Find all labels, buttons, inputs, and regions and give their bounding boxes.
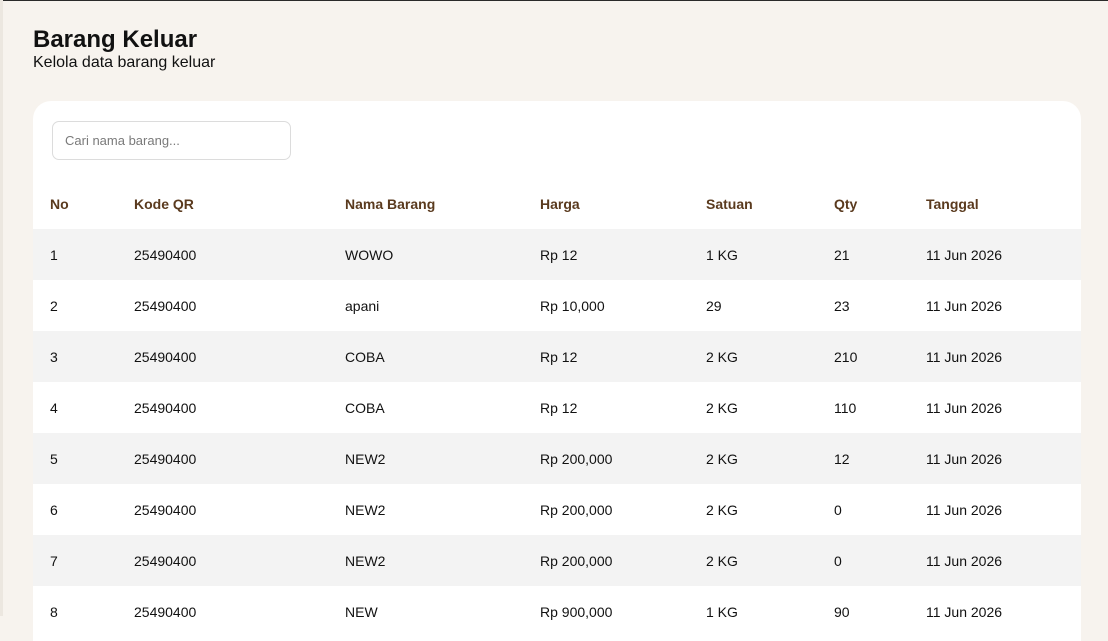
- cell-tanggal: 11 Jun 2026: [909, 484, 1081, 535]
- cell-satuan: 1 KG: [689, 229, 817, 280]
- cell-satuan: 1 KG: [689, 586, 817, 637]
- window-top-border: [0, 0, 1108, 1]
- cell-qty: 0: [817, 484, 909, 535]
- sidebar-edge: [0, 0, 3, 616]
- cell-tanggal: 11 Jun 2026: [909, 433, 1081, 484]
- cell-kode-qr: 25490400: [117, 586, 328, 637]
- table-row[interactable]: 6 25490400 NEW2 Rp 200,000 2 KG 0 11 Jun…: [33, 484, 1081, 535]
- table-row[interactable]: 3 25490400 COBA Rp 12 2 KG 210 11 Jun 20…: [33, 331, 1081, 382]
- cell-harga: Rp 200,000: [523, 535, 689, 586]
- column-header-harga[interactable]: Harga: [523, 178, 689, 229]
- cell-no: 6: [33, 484, 117, 535]
- cell-kode-qr: 25490400: [117, 229, 328, 280]
- column-header-kode-qr[interactable]: Kode QR: [117, 178, 328, 229]
- cell-qty: 12: [817, 433, 909, 484]
- cell-harga: Rp 12: [523, 331, 689, 382]
- cell-tanggal: 11 Jun 2026: [909, 535, 1081, 586]
- cell-kode-qr: 25490400: [117, 484, 328, 535]
- cell-kode-qr: 25490400: [117, 535, 328, 586]
- cell-nama-barang: NEW: [328, 586, 523, 637]
- cell-nama-barang: WOWO: [328, 229, 523, 280]
- table-row[interactable]: 1 25490400 WOWO Rp 12 1 KG 21 11 Jun 202…: [33, 229, 1081, 280]
- page-header: Barang Keluar Kelola data barang keluar: [33, 26, 215, 72]
- cell-harga: Rp 10,000: [523, 280, 689, 331]
- cell-nama-barang: NEW2: [328, 433, 523, 484]
- search-input[interactable]: [52, 121, 291, 160]
- cell-tanggal: 11 Jun 2026: [909, 382, 1081, 433]
- cell-no: 7: [33, 535, 117, 586]
- page-subtitle: Kelola data barang keluar: [33, 54, 216, 71]
- cell-tanggal: 11 Jun 2026: [909, 331, 1081, 382]
- cell-kode-qr: 25490400: [117, 382, 328, 433]
- cell-tanggal: 11 Jun 2026: [909, 229, 1081, 280]
- cell-tanggal: 11 Jun 2026: [909, 586, 1081, 637]
- data-card: No Kode QR Nama Barang Harga Satuan Qty …: [33, 101, 1081, 641]
- cell-harga: Rp 12: [523, 382, 689, 433]
- cell-qty: 21: [817, 229, 909, 280]
- table-row[interactable]: 2 25490400 apani Rp 10,000 29 23 11 Jun …: [33, 280, 1081, 331]
- column-header-tanggal[interactable]: Tanggal: [909, 178, 1081, 229]
- cell-nama-barang: COBA: [328, 382, 523, 433]
- table-row[interactable]: 5 25490400 NEW2 Rp 200,000 2 KG 12 11 Ju…: [33, 433, 1081, 484]
- cell-kode-qr: 25490400: [117, 280, 328, 331]
- cell-qty: 210: [817, 331, 909, 382]
- cell-harga: Rp 900,000: [523, 586, 689, 637]
- cell-satuan: 2 KG: [689, 433, 817, 484]
- column-header-no[interactable]: No: [33, 178, 117, 229]
- cell-harga: Rp 12: [523, 229, 689, 280]
- cell-no: 2: [33, 280, 117, 331]
- table-header-row: No Kode QR Nama Barang Harga Satuan Qty …: [33, 178, 1081, 229]
- cell-qty: 90: [817, 586, 909, 637]
- cell-qty: 0: [817, 535, 909, 586]
- cell-nama-barang: apani: [328, 280, 523, 331]
- cell-satuan: 2 KG: [689, 535, 817, 586]
- column-header-nama-barang[interactable]: Nama Barang: [328, 178, 523, 229]
- table-row[interactable]: 8 25490400 NEW Rp 900,000 1 KG 90 11 Jun…: [33, 586, 1081, 637]
- cell-nama-barang: NEW2: [328, 484, 523, 535]
- cell-no: 8: [33, 586, 117, 637]
- cell-no: 1: [33, 229, 117, 280]
- cell-nama-barang: NEW2: [328, 535, 523, 586]
- cell-harga: Rp 200,000: [523, 433, 689, 484]
- cell-no: 5: [33, 433, 117, 484]
- cell-satuan: 2 KG: [689, 382, 817, 433]
- cell-harga: Rp 200,000: [523, 484, 689, 535]
- cell-satuan: 29: [689, 280, 817, 331]
- cell-satuan: 2 KG: [689, 484, 817, 535]
- barang-keluar-table: No Kode QR Nama Barang Harga Satuan Qty …: [33, 178, 1081, 637]
- cell-satuan: 2 KG: [689, 331, 817, 382]
- page-title: Barang Keluar: [33, 26, 198, 53]
- cell-qty: 23: [817, 280, 909, 331]
- cell-tanggal: 11 Jun 2026: [909, 280, 1081, 331]
- cell-qty: 110: [817, 382, 909, 433]
- cell-nama-barang: COBA: [328, 331, 523, 382]
- cell-no: 3: [33, 331, 117, 382]
- table-row[interactable]: 4 25490400 COBA Rp 12 2 KG 110 11 Jun 20…: [33, 382, 1081, 433]
- table-row[interactable]: 7 25490400 NEW2 Rp 200,000 2 KG 0 11 Jun…: [33, 535, 1081, 586]
- column-header-satuan[interactable]: Satuan: [689, 178, 817, 229]
- cell-kode-qr: 25490400: [117, 433, 328, 484]
- cell-no: 4: [33, 382, 117, 433]
- cell-kode-qr: 25490400: [117, 331, 328, 382]
- column-header-qty[interactable]: Qty: [817, 178, 909, 229]
